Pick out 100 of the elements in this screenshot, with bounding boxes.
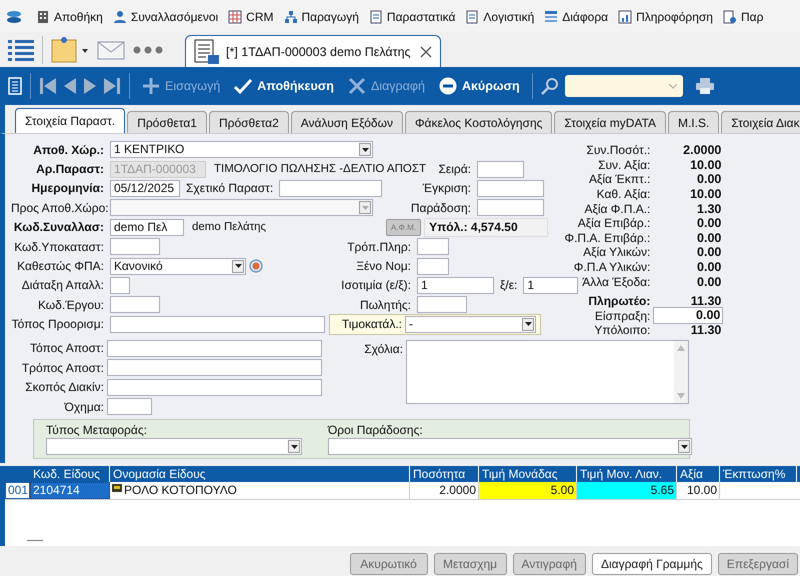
- field-label: Αρ.Παραστ:: [35, 162, 104, 176]
- person-icon: [112, 10, 127, 24]
- payment-input[interactable]: 0.00: [653, 307, 724, 324]
- total-label: Καθ. Αξία:: [596, 187, 650, 202]
- form-icon[interactable]: [8, 77, 22, 95]
- menu-item[interactable]: Παραστατικά: [368, 10, 456, 24]
- field-label: Ισοτιμία (ε/ξ):: [341, 278, 411, 292]
- field-label: Παράδοση:: [410, 200, 471, 215]
- input-field[interactable]: [417, 238, 449, 256]
- menu-item[interactable]: Παραγωγή: [284, 10, 359, 24]
- column-header[interactable]: Ποσότητα: [410, 466, 479, 482]
- total-label: Συν.Ποσότ.:: [585, 143, 650, 158]
- action-button[interactable]: Διαγραφή Γραμμής: [592, 553, 712, 576]
- tab[interactable]: Στοιχεία Διακ: [721, 111, 800, 133]
- building-icon: [36, 10, 50, 24]
- input-field[interactable]: [107, 378, 322, 396]
- menu-item[interactable]: Παρ: [722, 10, 764, 24]
- close-icon[interactable]: [420, 46, 432, 58]
- field-label: Τρόπ.Πληρ:: [346, 240, 411, 254]
- tab[interactable]: Στοιχεία Παραστ.: [15, 108, 126, 133]
- comments-textarea[interactable]: [406, 340, 689, 404]
- input-field[interactable]: [477, 160, 524, 178]
- total-value: 0.00: [696, 216, 722, 230]
- menu-item[interactable]: Πληροφόρηση: [618, 10, 713, 24]
- note-icon[interactable]: [51, 36, 89, 62]
- tab[interactable]: Φάκελος Κοστολόγησης: [404, 111, 552, 133]
- field-label: Ημερομηνία:: [30, 181, 104, 196]
- field-label: Τόπος Αποστ:: [28, 341, 104, 356]
- table-cell: 10.00: [677, 482, 720, 500]
- dropdown-field[interactable]: -: [405, 316, 536, 333]
- dropdown-field[interactable]: 1 ΚΕΝΤΡΙΚΟ: [110, 141, 373, 158]
- tab[interactable]: M.I.S.: [668, 111, 720, 133]
- scrollbar[interactable]: [674, 340, 688, 403]
- minus-circle-icon: [438, 77, 457, 95]
- input-field[interactable]: [477, 199, 544, 216]
- input-field[interactable]: 05/12/2025: [110, 180, 180, 197]
- toolbar-button[interactable]: Αποθήκευση: [230, 77, 338, 95]
- first-record-icon[interactable]: [39, 77, 57, 95]
- printer-icon[interactable]: [694, 77, 715, 95]
- tab[interactable]: Πρόσθετα2: [208, 111, 289, 133]
- input-field[interactable]: [107, 340, 322, 357]
- document-tab[interactable]: [*] 1ΤΔΑΠ-000003 demo Πελάτης: [185, 35, 441, 67]
- input-field[interactable]: [417, 296, 467, 314]
- column-header[interactable]: Ονομασία Είδους: [110, 466, 410, 482]
- menu-item[interactable]: CRM: [228, 10, 274, 24]
- mail-icon[interactable]: [97, 40, 125, 60]
- input-field[interactable]: [110, 276, 130, 294]
- last-record-icon[interactable]: [103, 77, 121, 95]
- previous-icon[interactable]: [63, 77, 77, 95]
- input-field[interactable]: [110, 238, 160, 256]
- scroll-down-icon[interactable]: [677, 392, 685, 399]
- column-header[interactable]: Αξία: [677, 466, 720, 482]
- next-icon[interactable]: [83, 77, 97, 95]
- input-field[interactable]: [110, 296, 160, 314]
- scroll-up-icon[interactable]: [677, 344, 685, 351]
- search-icon[interactable]: [540, 77, 559, 95]
- menu-item[interactable]: Αποθήκη: [36, 10, 103, 24]
- input-field[interactable]: [110, 316, 325, 333]
- list-icon[interactable]: [8, 38, 34, 60]
- input-field[interactable]: [477, 180, 544, 197]
- percent-icon[interactable]: [249, 259, 263, 274]
- tab[interactable]: Ανάλυση Εξόδων: [290, 111, 403, 133]
- menu-item[interactable]: Διάφορα: [544, 10, 608, 24]
- caret-icon: [668, 84, 677, 88]
- field-label: Σειρά:: [437, 162, 471, 176]
- field-label: Τιμοκατάλ.:: [340, 317, 402, 332]
- input-field[interactable]: [107, 398, 152, 416]
- input-field[interactable]: [279, 180, 382, 197]
- dropdown-field[interactable]: Κανονικό: [110, 258, 246, 275]
- total-label: Φ.Π.Α Υλικών:: [572, 260, 650, 274]
- input-field[interactable]: [107, 359, 322, 376]
- input-field[interactable]: [417, 258, 449, 275]
- total-value: 10.00: [689, 158, 722, 172]
- field-label: ξ/ε:: [500, 278, 518, 292]
- total-value: 0.00: [696, 230, 722, 245]
- input-field[interactable]: 1: [523, 276, 578, 294]
- total-label: Αξία Επιβάρ.:: [576, 216, 650, 230]
- field-label: Αποθ. Χώρ.:: [32, 142, 104, 157]
- product-icon: [112, 484, 122, 492]
- app-icon[interactable]: [6, 10, 22, 24]
- tab[interactable]: Στοιχεία myDATA: [554, 111, 666, 133]
- row-number[interactable]: 001: [5, 482, 30, 500]
- field-label: Πωλητής:: [358, 298, 411, 312]
- table-cell: 5.00: [479, 482, 577, 500]
- table-cell: 2104714: [30, 482, 110, 500]
- input-field[interactable]: demo Πελ: [110, 218, 184, 236]
- dropdown-field[interactable]: [46, 438, 302, 456]
- menu-item[interactable]: Συναλλασόμενοι: [112, 10, 218, 24]
- menu-item[interactable]: Λογιστική: [465, 10, 534, 24]
- more-icon[interactable]: [133, 46, 163, 54]
- field-text: ΤΙΜΟΛΟΓΙΟ ΠΩΛΗΣΗΣ -ΔΕΛΤΙΟ ΑΠΟΣΤ: [214, 163, 426, 176]
- tab[interactable]: Πρόσθετα1: [127, 111, 207, 133]
- toolbar-button[interactable]: Ακύρωση: [434, 77, 524, 95]
- column-header[interactable]: Έκπτωση%: [720, 466, 797, 482]
- dropdown-field[interactable]: [328, 438, 692, 456]
- input-field[interactable]: 1: [417, 276, 494, 294]
- checkmark-icon: [234, 77, 252, 95]
- field-label: Τρόπος Αποστ:: [20, 360, 104, 375]
- plus-icon: [142, 77, 160, 95]
- field-text: demo Πελάτης: [192, 221, 266, 234]
